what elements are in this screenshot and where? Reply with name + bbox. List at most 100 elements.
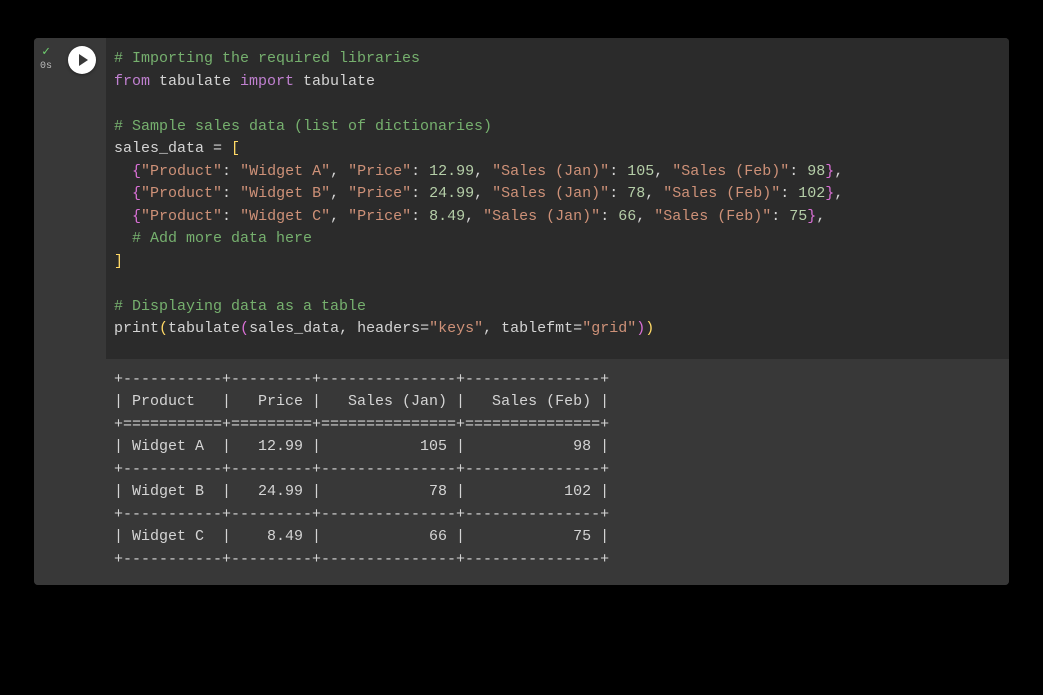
- num-literal: 78: [627, 185, 645, 202]
- fn-print: print: [114, 320, 159, 337]
- colon: :: [222, 185, 240, 202]
- num-literal: 24.99: [429, 185, 474, 202]
- comma: ,: [339, 320, 357, 337]
- comma: ,: [330, 185, 348, 202]
- colon: :: [222, 208, 240, 225]
- exec-status-gutter: ✓ 0s: [34, 38, 58, 359]
- close-paren: ): [645, 320, 654, 337]
- colon: :: [771, 208, 789, 225]
- dict-key: "Sales (Feb)": [654, 208, 771, 225]
- op-assign: =: [213, 140, 231, 157]
- dict-val: "Widget C": [240, 208, 330, 225]
- kwarg-key: tablefmt: [501, 320, 573, 337]
- dict-key: "Sales (Feb)": [663, 185, 780, 202]
- comma: ,: [474, 185, 492, 202]
- cell-output: +-----------+---------+---------------+-…: [106, 359, 1009, 586]
- output-line: +-----------+---------+---------------+-…: [114, 551, 609, 568]
- output-area: +-----------+---------+---------------+-…: [34, 359, 1009, 586]
- comma: ,: [834, 163, 843, 180]
- dict-key: "Product": [141, 208, 222, 225]
- dict-key: "Sales (Jan)": [483, 208, 600, 225]
- num-literal: 98: [807, 163, 825, 180]
- kwarg-val: "grid": [582, 320, 636, 337]
- output-gutter: [34, 359, 106, 586]
- output-line: +-----------+---------+---------------+-…: [114, 371, 609, 388]
- op-assign: =: [573, 320, 582, 337]
- notebook-cell: ✓ 0s # Importing the required libraries …: [34, 38, 1009, 585]
- colon: :: [600, 208, 618, 225]
- num-literal: 12.99: [429, 163, 474, 180]
- colon: :: [411, 185, 429, 202]
- colon: :: [789, 163, 807, 180]
- colon: :: [780, 185, 798, 202]
- dict-key: "Sales (Feb)": [672, 163, 789, 180]
- module-name: tabulate: [150, 73, 240, 90]
- kw-from: from: [114, 73, 150, 90]
- open-brace: {: [132, 163, 141, 180]
- comma: ,: [816, 208, 825, 225]
- code-comment: # Importing the required libraries: [114, 50, 420, 67]
- comma: ,: [645, 185, 663, 202]
- comma: ,: [834, 185, 843, 202]
- output-line: +-----------+---------+---------------+-…: [114, 461, 609, 478]
- code-area: ✓ 0s # Importing the required libraries …: [34, 38, 1009, 359]
- dict-key: "Product": [141, 163, 222, 180]
- open-paren: (: [159, 320, 168, 337]
- code-comment: # Sample sales data (list of dictionarie…: [114, 118, 492, 135]
- kwarg-key: headers: [357, 320, 420, 337]
- code-comment: # Add more data here: [132, 230, 312, 247]
- colon: :: [222, 163, 240, 180]
- code-editor[interactable]: # Importing the required libraries from …: [106, 38, 1009, 359]
- comma: ,: [474, 163, 492, 180]
- arg-name: sales_data: [249, 320, 339, 337]
- comma: ,: [465, 208, 483, 225]
- close-bracket: ]: [114, 253, 123, 270]
- op-assign: =: [420, 320, 429, 337]
- dict-key: "Price": [348, 185, 411, 202]
- code-comment: # Displaying data as a table: [114, 298, 366, 315]
- comma: ,: [330, 208, 348, 225]
- fn-tabulate: tabulate: [168, 320, 240, 337]
- kwarg-val: "keys": [429, 320, 483, 337]
- output-line: | Widget B | 24.99 | 78 | 102 |: [114, 483, 609, 500]
- open-brace: {: [132, 185, 141, 202]
- dict-val: "Widget B": [240, 185, 330, 202]
- output-line: +===========+=========+===============+=…: [114, 416, 609, 433]
- var-name: sales_data: [114, 140, 213, 157]
- comma: ,: [654, 163, 672, 180]
- num-literal: 75: [789, 208, 807, 225]
- colon: :: [411, 163, 429, 180]
- output-line: +-----------+---------+---------------+-…: [114, 506, 609, 523]
- comma: ,: [483, 320, 501, 337]
- output-line: | Widget C | 8.49 | 66 | 75 |: [114, 528, 609, 545]
- num-literal: 8.49: [429, 208, 465, 225]
- kw-import: import: [240, 73, 294, 90]
- check-icon: ✓: [42, 44, 50, 60]
- run-cell-button[interactable]: [68, 46, 96, 74]
- num-literal: 66: [618, 208, 636, 225]
- dict-key: "Sales (Jan)": [492, 185, 609, 202]
- dict-key: "Price": [348, 163, 411, 180]
- colon: :: [609, 185, 627, 202]
- num-literal: 105: [627, 163, 654, 180]
- run-column: [58, 38, 106, 359]
- open-bracket: [: [231, 140, 240, 157]
- colon: :: [411, 208, 429, 225]
- num-literal: 102: [798, 185, 825, 202]
- dict-val: "Widget A": [240, 163, 330, 180]
- close-paren: ): [636, 320, 645, 337]
- colon: :: [609, 163, 627, 180]
- play-icon: [79, 54, 88, 66]
- open-paren: (: [240, 320, 249, 337]
- comma: ,: [330, 163, 348, 180]
- dict-key: "Sales (Jan)": [492, 163, 609, 180]
- output-line: | Widget A | 12.99 | 105 | 98 |: [114, 438, 609, 455]
- open-brace: {: [132, 208, 141, 225]
- close-brace: }: [825, 185, 834, 202]
- comma: ,: [636, 208, 654, 225]
- dict-key: "Price": [348, 208, 411, 225]
- output-line: | Product | Price | Sales (Jan) | Sales …: [114, 393, 609, 410]
- exec-time-label: 0s: [40, 61, 52, 73]
- dict-key: "Product": [141, 185, 222, 202]
- close-brace: }: [807, 208, 816, 225]
